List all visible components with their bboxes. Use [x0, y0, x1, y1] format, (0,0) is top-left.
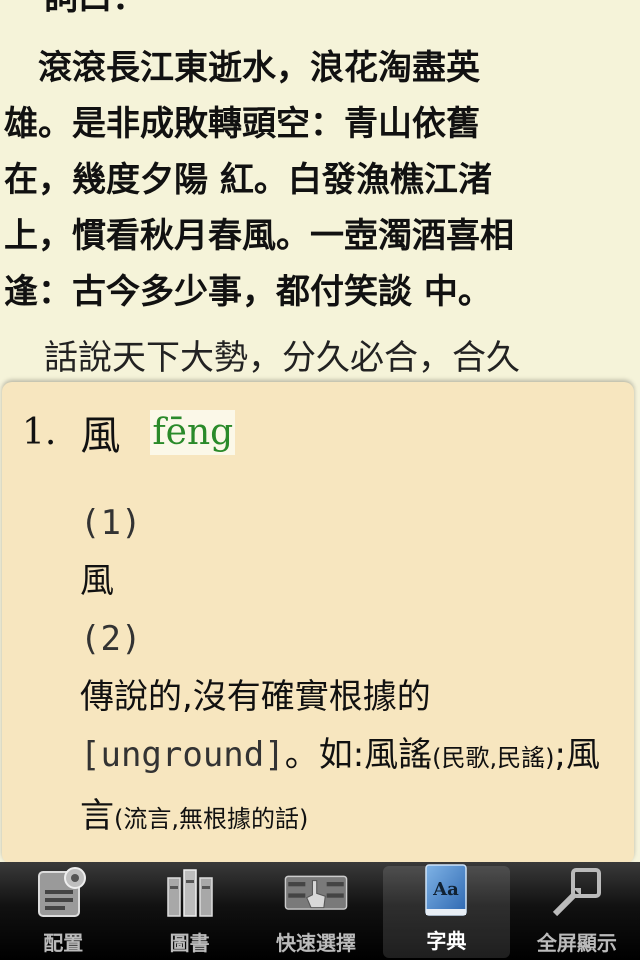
dictionary-popup[interactable]: 1. 風 fēng (1) 風 (2) 傳說的,沒有確實根據的 [ungroun…	[2, 382, 634, 864]
poem-line: 滾滾長江東逝水，浪花淘盡英	[4, 48, 480, 88]
tab-label: 快速選擇	[276, 931, 357, 955]
definition-continuation: [unground]。如:風謠(民歌,民謠);風言(流言,無根據的話)	[80, 726, 620, 848]
example-text: 。如:風謠	[284, 735, 433, 775]
tab-label: 字典	[426, 929, 467, 953]
definition-list: (1) 風 (2) 傳說的,沒有確實根據的 [unground]。如:風謠(民歌…	[80, 494, 620, 848]
entry-number: 1.	[22, 411, 57, 453]
tab-settings[interactable]: 配置	[0, 862, 126, 960]
poem-line: 上，慣看秋月春風。一壺濁酒喜相	[4, 216, 514, 256]
quick-select-icon	[284, 862, 348, 921]
tab-label: 全屏顯示	[536, 931, 617, 955]
poem-line: 雄。是非成敗轉頭空：青山依舊	[4, 104, 480, 144]
entry-header: 1. 風 fēng	[22, 402, 236, 462]
example-gloss: (流言,無根據的話)	[114, 805, 309, 833]
poem-line: 在，幾度夕陽 紅。白發漁樵江渚	[4, 160, 492, 200]
tab-fullscreen[interactable]: 全屏顯示	[514, 862, 640, 960]
poem-intro: 詞曰：	[44, 0, 640, 26]
svg-text:Aa: Aa	[433, 879, 460, 900]
tab-quick-select[interactable]: 快速選擇	[253, 862, 379, 960]
english-gloss: [unground]	[80, 735, 285, 775]
tab-label: 配置	[43, 931, 84, 955]
poem-text: 滾滾長江東逝水，浪花淘盡英 雄。是非成敗轉頭空：青山依舊 在，幾度夕陽 紅。白發…	[4, 40, 624, 320]
tab-dictionary[interactable]: Aa 字典	[383, 864, 510, 958]
bottom-tab-bar: 配置 圖書 快速選擇 Aa 字典 全屏顯示	[0, 862, 640, 960]
story-text: 話說天下大勢，分久必合，合久	[44, 338, 520, 378]
settings-icon	[31, 862, 95, 921]
fullscreen-icon	[545, 862, 609, 921]
definition-number: (1)	[80, 503, 142, 543]
tab-books[interactable]: 圖書	[126, 862, 252, 960]
reading-page[interactable]: 詞曰： 滾滾長江東逝水，浪花淘盡英 雄。是非成敗轉頭空：青山依舊 在，幾度夕陽 …	[0, 0, 640, 380]
entry-character: 風	[80, 413, 121, 459]
poem-line: 逢：古今多少事，都付笑談 中。	[4, 272, 492, 312]
tab-label: 圖書	[169, 931, 210, 955]
entry-pinyin: fēng	[150, 409, 236, 455]
books-icon	[158, 862, 222, 921]
definition-text: 風	[80, 561, 114, 601]
dictionary-icon: Aa	[414, 861, 478, 919]
example-gloss: (民歌,民謠)	[432, 744, 555, 772]
definition-number: (2)	[80, 619, 142, 659]
definition-text: 傳說的,沒有確實根據的	[80, 677, 431, 717]
